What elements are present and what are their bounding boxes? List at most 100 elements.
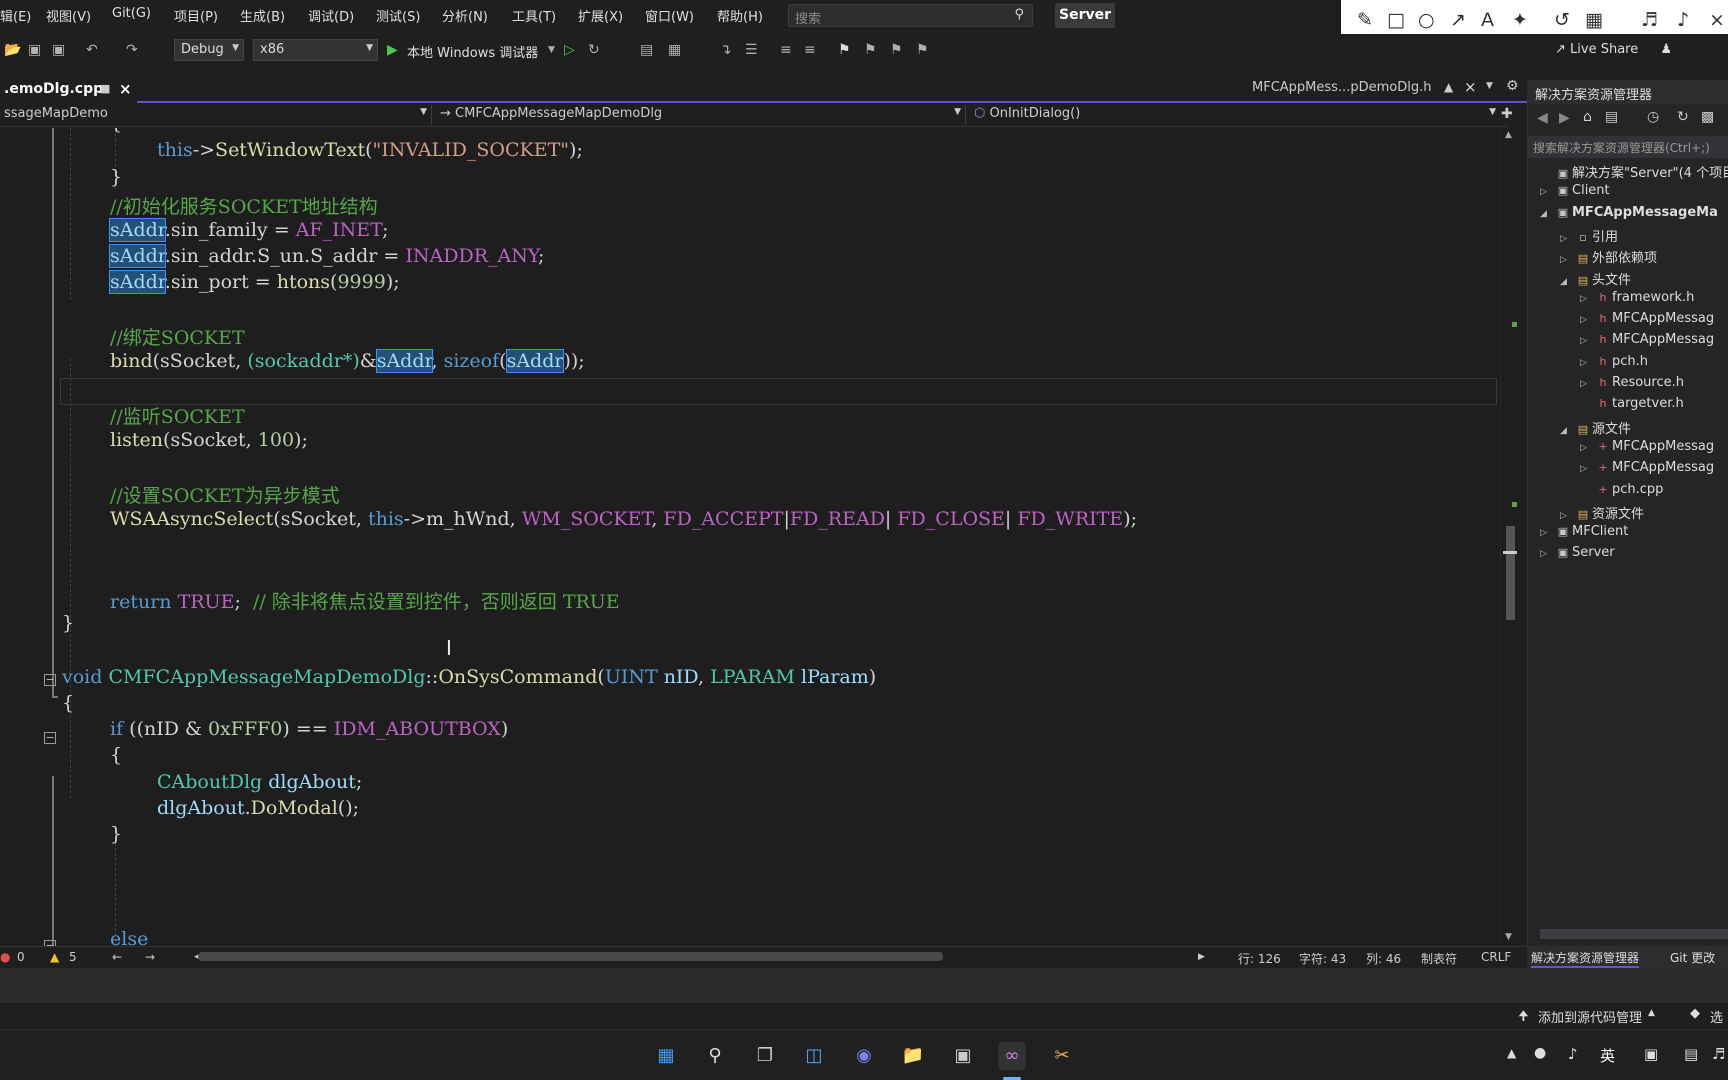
menu-tools[interactable]: 工具(T)	[512, 6, 556, 25]
tree-item[interactable]: ▷ h MFCAppMessag	[1580, 311, 1728, 332]
tree-item[interactable]: ◢ ▤ 源文件	[1560, 418, 1728, 439]
task-view-icon[interactable]: ❐	[751, 1042, 779, 1070]
warning-icon[interactable]: ▲	[50, 950, 59, 964]
menu-window[interactable]: 窗口(W)	[645, 6, 694, 25]
file-explorer-icon[interactable]: 📁	[899, 1042, 927, 1070]
line-ending[interactable]: CRLF	[1481, 950, 1511, 964]
text-icon[interactable]: A	[1481, 9, 1494, 31]
menu-edit[interactable]: 辑(E)	[0, 6, 31, 25]
menu-debug[interactable]: 调试(D)	[308, 6, 354, 25]
error-count[interactable]: 0	[17, 950, 25, 964]
tree-item[interactable]: ▷ ▣ Client	[1540, 183, 1728, 204]
menu-git[interactable]: Git(G)	[112, 6, 151, 21]
pending-changes-icon[interactable]: ◷	[1647, 109, 1659, 125]
solution-name-badge[interactable]: Server	[1055, 3, 1115, 28]
tree-item[interactable]: ▷ ▤ 资源文件	[1560, 503, 1728, 524]
visual-studio-icon[interactable]: ∞	[998, 1042, 1026, 1070]
input-language-indicator[interactable]: 英	[1600, 1045, 1615, 1066]
close-icon[interactable]: ×	[1709, 9, 1725, 31]
char-position[interactable]: 字符: 43	[1299, 950, 1346, 967]
format-icon[interactable]: ☰	[745, 42, 758, 58]
start-without-debugging-icon[interactable]: ▷	[564, 42, 575, 58]
account-icon[interactable]: ♟	[1660, 42, 1672, 57]
start-debugging-button[interactable]: 本地 Windows 调试器	[407, 42, 538, 61]
save-icon[interactable]: ▣	[28, 42, 41, 58]
tree-item[interactable]: ▷ h framework.h	[1580, 290, 1728, 311]
collapsed-chevron-icon[interactable]: ▷	[1580, 464, 1594, 474]
tree-item[interactable]: ◢ ▣ MFCAppMessageMa	[1540, 205, 1728, 226]
trash-icon[interactable]: ▦	[1585, 9, 1603, 31]
save-all-icon[interactable]: ▣	[52, 42, 65, 58]
chevron-down-icon[interactable]: ▼	[548, 45, 555, 55]
scroll-up-icon[interactable]: ▲	[1505, 130, 1512, 140]
circle-icon[interactable]: ○	[1418, 9, 1435, 31]
vertical-scrollbar[interactable]: ▲ ▼	[1500, 128, 1518, 946]
menu-help[interactable]: 帮助(H)	[717, 6, 763, 25]
menu-project[interactable]: 项目(P)	[174, 6, 218, 25]
indent-mode[interactable]: 制表符	[1421, 950, 1457, 967]
switch-views-icon[interactable]: ▤	[1605, 109, 1618, 125]
speaker-icon[interactable]: ♬	[1641, 9, 1658, 31]
collapsed-chevron-icon[interactable]: ▷	[1540, 549, 1554, 559]
widgets-icon[interactable]: ◫	[800, 1042, 828, 1070]
menu-build[interactable]: 生成(B)	[240, 6, 285, 25]
nav-forward-icon[interactable]: →	[145, 950, 155, 964]
open-folder-icon[interactable]: 📂	[4, 42, 21, 58]
menu-test[interactable]: 测试(S)	[376, 6, 420, 25]
forward-icon[interactable]: ▶	[1559, 110, 1570, 126]
split-editor-icon[interactable]: ✚	[1501, 106, 1513, 122]
tray-app2-icon[interactable]: ▣	[1644, 1045, 1658, 1063]
home-icon[interactable]: ⌂	[1583, 109, 1592, 125]
tree-item[interactable]: ◢ ▤ 头文件	[1560, 269, 1728, 290]
back-icon[interactable]: ◀	[1537, 110, 1548, 126]
live-share-button[interactable]: ↗ Live Share ♟	[1555, 42, 1672, 57]
undo-icon[interactable]: ↶	[86, 42, 98, 58]
attach-icon[interactable]: ↻	[588, 42, 600, 58]
repository-icon[interactable]: ◆	[1690, 1006, 1700, 1021]
tab-solution-explorer[interactable]: 解决方案资源管理器	[1531, 949, 1640, 968]
microphone-icon[interactable]: ♪	[1677, 9, 1689, 31]
member-dropdown[interactable]: ⬡ OnInitDialog() ▼	[970, 105, 1500, 125]
tree-item[interactable]: ▷ h Resource.h	[1580, 375, 1728, 396]
collapsed-chevron-icon[interactable]: ▷	[1560, 255, 1574, 265]
menu-view[interactable]: 视图(V)	[46, 6, 91, 25]
snipping-tool-icon[interactable]: ✂	[1048, 1042, 1076, 1070]
tree-item[interactable]: ▷ h pch.h	[1580, 354, 1728, 375]
tab-overflow-icon[interactable]: ▼	[1486, 81, 1493, 91]
network-icon[interactable]: ▤	[1684, 1045, 1698, 1063]
close-tab-icon[interactable]: ×	[1464, 78, 1477, 96]
code-editor[interactable]: { this->SetWindowText("INVALID_SOCKET");…	[0, 128, 1500, 946]
arrow-icon[interactable]: ↗	[1450, 9, 1466, 31]
tray-overflow-icon[interactable]: ▲	[1507, 1046, 1516, 1060]
project-dropdown[interactable]: ssageMapDemo ▼	[0, 105, 432, 125]
pin-icon[interactable]: ■	[100, 82, 110, 95]
tree-item[interactable]: ▷ + MFCAppMessag	[1580, 460, 1728, 481]
chevron-up-icon[interactable]: ▲	[1648, 1008, 1655, 1018]
collapsed-chevron-icon[interactable]: ▷	[1540, 528, 1554, 538]
collapsed-chevron-icon[interactable]: ▷	[1580, 443, 1594, 453]
rectangle-icon[interactable]: □	[1387, 9, 1405, 31]
gear-icon[interactable]: ⚙	[1506, 78, 1519, 94]
start-menu-icon[interactable]: ▦	[652, 1042, 680, 1070]
menu-extensions[interactable]: 扩展(X)	[578, 6, 623, 25]
collapsed-chevron-icon[interactable]: ▷	[1560, 234, 1574, 244]
collapsed-chevron-icon[interactable]: ▷	[1560, 511, 1574, 521]
warning-count[interactable]: 5	[69, 950, 77, 964]
collapsed-chevron-icon[interactable]: ▷	[1540, 187, 1554, 197]
solution-explorer-search[interactable]: 搜索解决方案资源管理器(Ctrl+;)	[1527, 136, 1728, 158]
error-icon[interactable]: ●	[0, 950, 10, 964]
collapsed-chevron-icon[interactable]: ▷	[1580, 315, 1594, 325]
redo-icon[interactable]: ↷	[126, 42, 138, 58]
next-bookmark-icon[interactable]: ⚑	[890, 42, 903, 58]
scroll-down-icon[interactable]: ▼	[1505, 932, 1512, 942]
layout-icon[interactable]: ▦	[668, 42, 681, 58]
search-input[interactable]: 搜索 ⚲	[788, 4, 1033, 27]
magic-wand-icon[interactable]: ✦	[1512, 9, 1528, 31]
sync-icon[interactable]: ↻	[1677, 109, 1689, 125]
undo-icon[interactable]: ↺	[1554, 9, 1570, 31]
expanded-chevron-icon[interactable]: ◢	[1560, 277, 1574, 287]
tree-item[interactable]: ▷ h MFCAppMessag	[1580, 332, 1728, 353]
collapsed-chevron-icon[interactable]: ▷	[1580, 336, 1594, 346]
expanded-chevron-icon[interactable]: ◢	[1560, 426, 1574, 436]
start-debugging-icon[interactable]: ▶	[387, 42, 398, 58]
